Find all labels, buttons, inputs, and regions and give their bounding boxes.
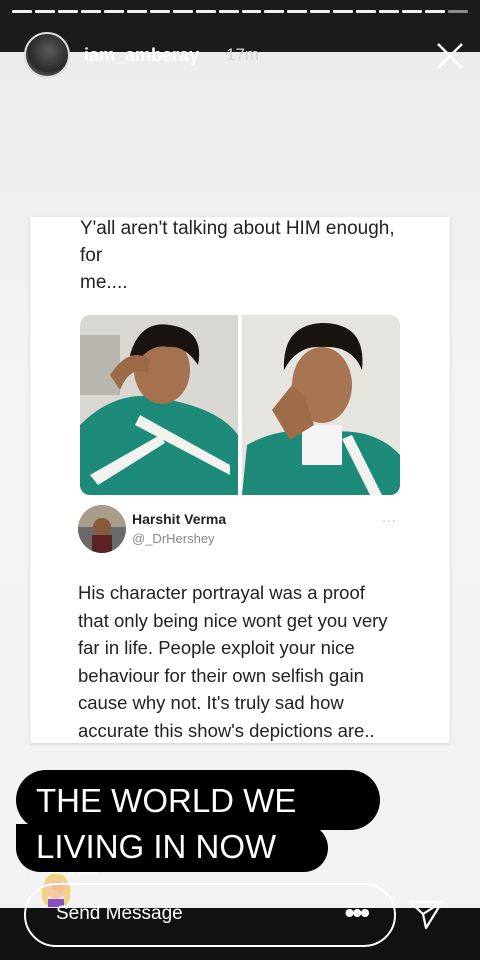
post-caption: Y'all aren't talking about HIM enough, f… xyxy=(80,215,410,296)
progress-segment xyxy=(126,10,147,13)
tweet-line: that only being nice wont get you very xyxy=(78,609,388,631)
tweet-line: accurate this show's depictions are.. xyxy=(78,719,375,741)
progress-segment xyxy=(356,10,377,13)
progress-segment xyxy=(34,10,55,13)
progress-segment xyxy=(80,10,101,13)
author-name: Harshit Verma xyxy=(132,511,227,527)
caption-line: Y'all aren't talking about HIM enough, xyxy=(80,218,395,239)
tweet-screenshot-card: Y'all aren't talking about HIM enough, f… xyxy=(30,217,450,743)
progress-segment xyxy=(287,10,308,13)
progress-segment xyxy=(402,10,423,13)
tweet-line: far in life. People exploit your nice xyxy=(78,637,355,658)
progress-segment xyxy=(12,10,32,13)
send-message-placeholder: Send Message xyxy=(56,903,183,924)
progress-segment xyxy=(103,10,124,13)
send-direct-icon[interactable] xyxy=(406,898,446,932)
progress-segment xyxy=(241,10,262,13)
photo-left xyxy=(80,315,238,495)
tweet-line: His character portrayal was a proof xyxy=(78,582,365,603)
profile-avatar[interactable] xyxy=(24,32,70,78)
caption-line: for xyxy=(80,245,103,266)
progress-segment xyxy=(195,10,216,13)
tweet-body: His character portrayal was a proof that… xyxy=(78,579,418,744)
tweet-more-icon: ... xyxy=(382,509,397,525)
tweet-line: cause why not. It's truly sad how xyxy=(78,692,344,713)
story-username[interactable]: iam_amberay xyxy=(84,45,199,66)
send-message-input[interactable]: Send Message ••• xyxy=(24,883,396,947)
overlay-text-line-1: THE WORLD WE ARE xyxy=(16,770,380,881)
progress-segment xyxy=(264,10,285,13)
progress-segment xyxy=(218,10,239,13)
story-progress-bar xyxy=(12,10,469,13)
progress-segment xyxy=(149,10,170,13)
progress-segment xyxy=(379,10,400,13)
story-timestamp: 17m xyxy=(226,45,260,64)
tweet-line: behaviour for their own selfish gain xyxy=(78,664,364,686)
story-content[interactable]: Y'all aren't talking about HIM enough, f… xyxy=(0,52,480,908)
progress-segment xyxy=(172,10,193,13)
caption-line: me.... xyxy=(80,272,128,293)
close-icon[interactable] xyxy=(434,40,466,72)
more-options-icon[interactable]: ••• xyxy=(345,897,370,929)
progress-segment xyxy=(448,10,469,13)
progress-segment xyxy=(57,10,78,13)
progress-segment xyxy=(333,10,354,13)
author-handle: @_DrHershey xyxy=(132,531,215,546)
overlay-text-line-2: LIVING IN NOW xyxy=(16,824,328,908)
author-avatar xyxy=(78,505,126,553)
overlay-text: LIVING IN NOW xyxy=(36,828,277,865)
progress-segment xyxy=(425,10,446,13)
progress-segment xyxy=(310,10,331,13)
photo-right xyxy=(242,315,400,495)
